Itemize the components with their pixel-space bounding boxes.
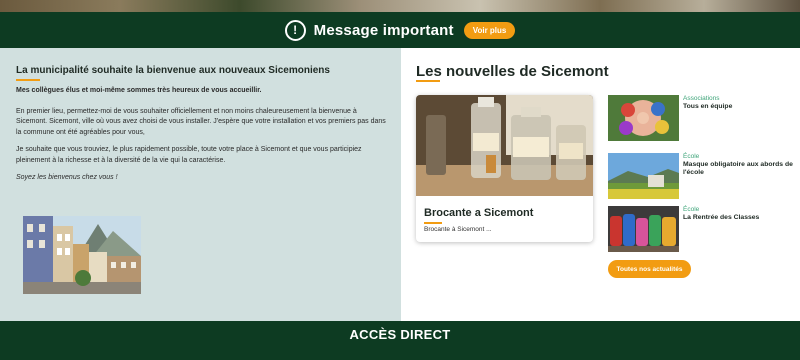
alert-bar: ! Message important Voir plus (0, 12, 800, 48)
welcome-body: Mes collègues élus et moi-même sommes tr… (16, 86, 388, 191)
news-title: Les nouvelles de Sicemont (416, 63, 609, 80)
welcome-section: La municipalité souhaite la bienvenue au… (0, 48, 401, 321)
all-news-button[interactable]: Toutes nos actualités (608, 260, 691, 278)
team-hands-photo (608, 95, 679, 141)
exclamation-circle-icon: ! (284, 19, 306, 41)
news-section: Les nouvelles de Sicemont Brocante a Sic… (401, 48, 800, 321)
title-accent-line (16, 79, 40, 81)
featured-news-title[interactable]: Brocante a Sicemont (424, 207, 533, 219)
welcome-lead: Mes collègues élus et moi-même sommes tr… (16, 87, 262, 94)
school-landscape-photo (608, 153, 679, 199)
title-accent-line (416, 80, 440, 82)
brocante-bottles-photo (416, 95, 593, 196)
featured-news-excerpt: Brocante à Sicemont ... (424, 226, 492, 233)
news-item-category: École (683, 206, 700, 213)
welcome-paragraph-2: Je souhaite que vous trouviez, le plus r… (16, 146, 362, 164)
welcome-paragraph-1: En premier lieu, permettez-moi de vous s… (16, 107, 386, 136)
hero-banner-strip (0, 0, 800, 12)
quick-access-title: ACCÈS DIRECT (349, 327, 451, 342)
news-item[interactable]: Associations Tous en équipe (608, 95, 798, 141)
town-street-photo (23, 216, 141, 294)
news-item[interactable]: École La Rentrée des Classes (608, 206, 798, 252)
quick-access-bar: ACCÈS DIRECT (0, 321, 800, 360)
see-more-button[interactable]: Voir plus (463, 21, 516, 39)
news-item-category: École (683, 153, 700, 160)
title-accent-line (424, 222, 442, 224)
news-item[interactable]: École Masque obligatoire aux abords de l… (608, 153, 798, 199)
featured-news-card[interactable]: Brocante a Sicemont Brocante à Sicemont … (416, 95, 593, 242)
welcome-closing: Soyez les bienvenus chez vous ! (16, 174, 118, 181)
alert-message: Message important (313, 21, 454, 39)
welcome-title: La municipalité souhaite la bienvenue au… (16, 65, 330, 76)
news-item-title[interactable]: Masque obligatoire aux abords de l'école (683, 161, 795, 177)
school-bags-photo (608, 206, 679, 252)
news-item-category: Associations (683, 95, 720, 102)
news-item-title[interactable]: La Rentrée des Classes (683, 214, 795, 222)
news-item-title[interactable]: Tous en équipe (683, 103, 795, 111)
